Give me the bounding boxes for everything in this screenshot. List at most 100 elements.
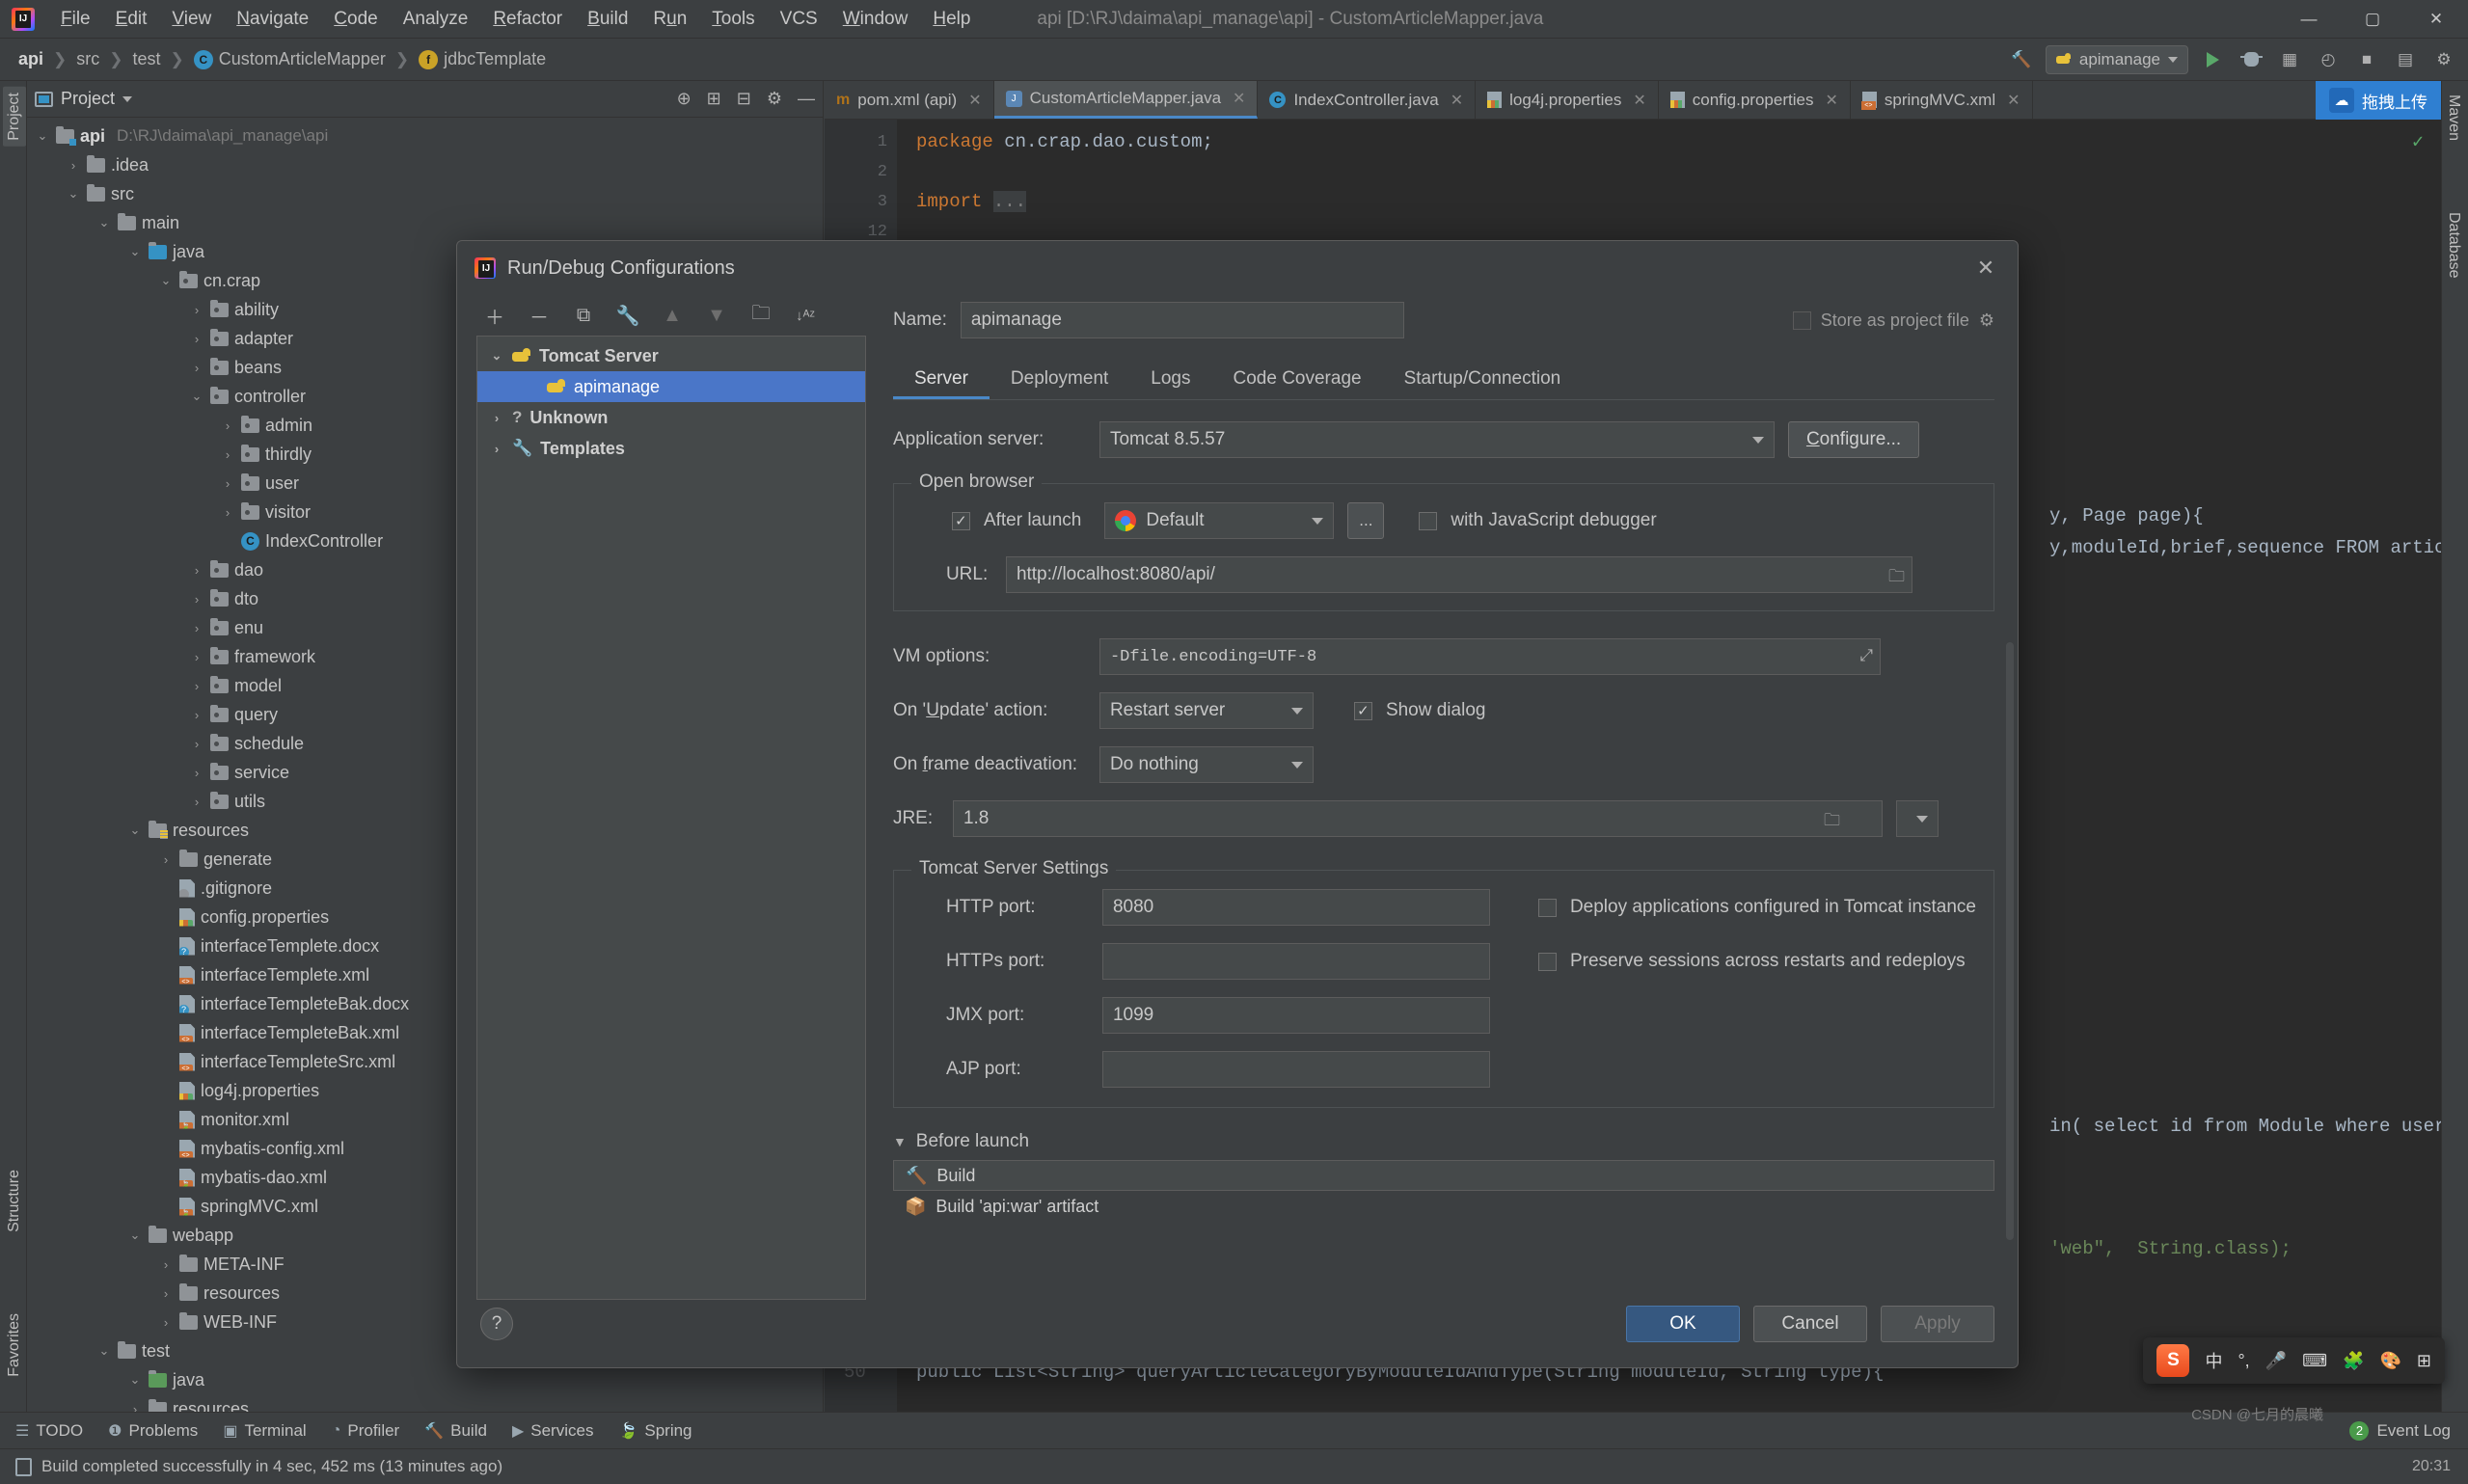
menu-tools[interactable]: Tools xyxy=(699,5,767,34)
https-port-input[interactable] xyxy=(1101,943,1490,980)
tool-window-services[interactable]: ▶ Services xyxy=(512,1421,594,1441)
menu-help[interactable]: Help xyxy=(920,5,983,34)
config-node-tomcat-server[interactable]: ⌄ Tomcat Server xyxy=(477,340,865,371)
tree-expander[interactable]: › xyxy=(189,766,204,780)
config-node-apimanage[interactable]: apimanage xyxy=(477,371,865,402)
apply-button[interactable]: Apply xyxy=(1881,1306,1994,1342)
tree-expander[interactable]: › xyxy=(189,650,204,664)
dialog-tab-code-coverage[interactable]: Code Coverage xyxy=(1212,359,1383,399)
layout-button[interactable]: ▤ xyxy=(2391,45,2420,74)
dialog-tab-deployment[interactable]: Deployment xyxy=(990,359,1129,399)
tree-expander[interactable]: ⌄ xyxy=(35,128,50,144)
ime-keyboard-icon[interactable]: ⌨ xyxy=(2302,1351,2327,1371)
menu-analyze[interactable]: Analyze xyxy=(391,5,481,34)
breadcrumb-class[interactable]: C CustomArticleMapper xyxy=(189,47,391,71)
sidebar-tab-structure[interactable]: Structure xyxy=(3,1164,26,1238)
deploy-apps-checkbox[interactable] xyxy=(1537,898,1557,917)
move-up-icon[interactable]: ▲ xyxy=(660,303,685,328)
hide-icon[interactable]: — xyxy=(798,89,815,109)
tree-node--idea[interactable]: › .idea xyxy=(27,150,823,179)
close-icon[interactable]: ✕ xyxy=(1825,91,1837,110)
tree-expander[interactable]: › xyxy=(189,303,204,317)
tree-expander[interactable]: ⌄ xyxy=(127,244,143,259)
tool-window-bar[interactable]: ☰ TODO ❶ Problems ▣ Terminal ◔ Profiler 🔨 Build ▶ S… xyxy=(0,1412,2468,1448)
before-launch-list[interactable]: 🔨 Build 📦 Build 'api:war' artifact xyxy=(892,1160,1994,1222)
sidebar-tab-maven[interactable]: Maven xyxy=(2442,89,2465,147)
ime-toolbox-icon[interactable]: 🧩 xyxy=(2343,1351,2364,1371)
tree-expander[interactable]: ⌄ xyxy=(158,273,174,288)
close-icon[interactable]: ✕ xyxy=(968,91,981,110)
tree-node-java[interactable]: ⌄ java xyxy=(27,1365,823,1394)
tool-window-terminal[interactable]: ▣ Terminal xyxy=(223,1421,306,1441)
run-configuration-selector[interactable]: apimanage xyxy=(2045,44,2188,74)
sidebar-tab-database[interactable]: Database xyxy=(2442,206,2465,284)
close-icon[interactable]: ✕ xyxy=(1233,89,1245,108)
tree-expander[interactable]: › xyxy=(489,411,504,425)
tree-node-resources[interactable]: › resources xyxy=(27,1394,823,1412)
url-input[interactable] xyxy=(1005,556,1912,593)
tree-expander[interactable]: › xyxy=(220,476,235,491)
tree-node-src[interactable]: ⌄ src xyxy=(27,179,823,208)
tree-expander[interactable]: ⌄ xyxy=(96,1343,112,1359)
tree-expander[interactable]: ⌄ xyxy=(489,348,504,364)
ime-skin-icon[interactable]: 🎨 xyxy=(2379,1351,2400,1371)
coverage-button[interactable]: ▦ xyxy=(2275,45,2304,74)
tree-node-api[interactable]: ⌄ api D:\RJ\daima\api_manage\api xyxy=(27,121,823,150)
show-dialog-checkbox[interactable] xyxy=(1353,701,1372,720)
editor-tab-config-properties[interactable]: config.properties ✕ xyxy=(1659,81,1851,119)
preserve-sessions-checkbox[interactable] xyxy=(1537,952,1557,971)
expand-icon[interactable]: ⤢ xyxy=(1859,646,1873,665)
editor-tab-pom-xml--api-[interactable]: m pom.xml (api) ✕ xyxy=(825,81,994,119)
ime-menu-icon[interactable]: ⊞ xyxy=(2417,1351,2431,1371)
profiler-button[interactable]: ◴ xyxy=(2314,45,2343,74)
tree-expander[interactable]: ⌄ xyxy=(127,823,143,838)
editor-tab-indexcontroller-java[interactable]: C IndexController.java ✕ xyxy=(1258,81,1477,119)
menu-file[interactable]: File xyxy=(48,5,103,34)
ok-button[interactable]: OK xyxy=(1626,1306,1740,1342)
tool-window-profiler[interactable]: ◔ Profiler xyxy=(332,1421,400,1441)
tree-expander[interactable]: › xyxy=(220,447,235,462)
editor-tab-bar[interactable]: m pom.xml (api) ✕ J CustomArticleMapper.java… xyxy=(825,81,2441,120)
jmx-port-input[interactable] xyxy=(1101,997,1490,1034)
ajp-port-input[interactable] xyxy=(1101,1051,1490,1088)
dialog-scrollbar[interactable] xyxy=(2006,642,2014,1240)
main-menu[interactable]: File Edit View Navigate Code Analyze Ref… xyxy=(48,5,983,34)
minimize-button[interactable]: — xyxy=(2277,0,2341,39)
before-launch-header[interactable]: ▼ Before launch xyxy=(893,1131,1994,1152)
menu-edit[interactable]: Edit xyxy=(103,5,160,34)
store-as-project-file-checkbox[interactable] xyxy=(1792,310,1811,330)
close-icon[interactable]: ✕ xyxy=(2007,91,2020,110)
close-icon[interactable]: ✕ xyxy=(1451,91,1463,110)
tree-expander[interactable]: › xyxy=(220,505,235,520)
help-button[interactable]: ? xyxy=(480,1308,513,1340)
menu-view[interactable]: View xyxy=(159,5,224,34)
tree-expander[interactable]: › xyxy=(158,1257,174,1272)
ime-microphone-icon[interactable]: 🎤 xyxy=(2265,1351,2287,1371)
browser-ellipsis-button[interactable]: ... xyxy=(1347,502,1385,539)
search-everywhere-icon[interactable]: 🔨 xyxy=(2007,45,2036,74)
new-folder-icon[interactable]: 🗀 xyxy=(748,303,773,328)
breadcrumb-test[interactable]: test xyxy=(128,47,166,71)
menu-code[interactable]: Code xyxy=(321,5,390,34)
editor-tab-log4j-properties[interactable]: log4j.properties ✕ xyxy=(1476,81,1659,119)
tree-expander[interactable]: › xyxy=(189,621,204,635)
editor-tab-customarticlemapper-java[interactable]: J CustomArticleMapper.java ✕ xyxy=(993,81,1259,119)
close-button[interactable]: ✕ xyxy=(2404,0,2468,39)
menu-vcs[interactable]: VCS xyxy=(768,5,830,34)
tree-expander[interactable]: › xyxy=(220,418,235,433)
tool-window-build[interactable]: 🔨 Build xyxy=(424,1421,487,1441)
chevron-down-icon[interactable] xyxy=(122,95,133,102)
tree-expander[interactable]: › xyxy=(158,1315,174,1330)
sidebar-tab-favorites[interactable]: Favorites xyxy=(3,1308,26,1383)
folder-icon[interactable]: 🗀 xyxy=(1888,564,1905,592)
move-down-icon[interactable]: ▼ xyxy=(704,303,729,328)
breadcrumb-field[interactable]: f jdbcTemplate xyxy=(414,47,551,71)
dialog-tab-bar[interactable]: Server Deployment Logs Code Coverage Startup… xyxy=(892,359,1994,400)
menu-window[interactable]: Window xyxy=(830,5,921,34)
maximize-button[interactable]: ▢ xyxy=(2341,0,2404,39)
copy-icon[interactable]: ⧉ xyxy=(571,303,596,328)
menu-run[interactable]: Run xyxy=(640,5,699,34)
menu-refactor[interactable]: Refactor xyxy=(480,5,575,34)
jre-dropdown[interactable] xyxy=(1895,800,1939,837)
before-launch-item[interactable]: 📦 Build 'api:war' artifact xyxy=(893,1191,1994,1222)
